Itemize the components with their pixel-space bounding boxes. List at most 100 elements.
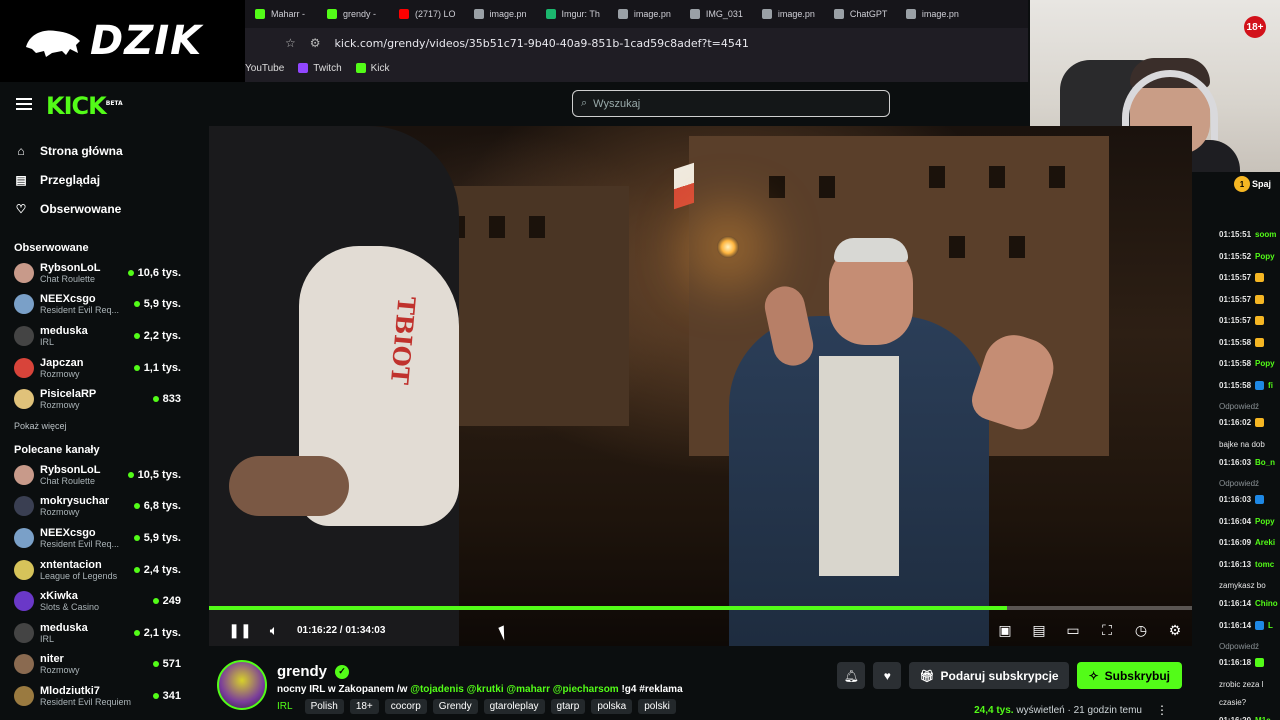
chat-message[interactable]: 01:16:14 L <box>1219 620 1280 630</box>
follow-heart-icon[interactable]: ♥ <box>873 662 902 689</box>
address-bar[interactable]: ☆ ⚙ kick.com/grendy/videos/35b51c71-9b40… <box>245 30 1028 56</box>
chat-username[interactable]: fi <box>1268 381 1273 390</box>
channel-row[interactable]: niter Rozmowy 571 <box>0 649 195 681</box>
browser-tab[interactable]: (2717) LO <box>391 0 464 28</box>
channel-row[interactable]: meduska IRL 2,2 tys. <box>0 320 195 352</box>
chat-message[interactable]: 01:15:52 Popy <box>1219 252 1280 261</box>
progress-bar[interactable] <box>209 606 1192 610</box>
tag-chip[interactable]: 18+ <box>349 699 379 714</box>
tag-chip[interactable]: gtaroleplay <box>483 699 545 714</box>
chat-message[interactable]: 01:15:58 fi <box>1219 380 1280 390</box>
gift-subs-button[interactable]: 🎁︎ Podaruj subskrypcje <box>909 662 1069 689</box>
chat-message[interactable]: Odpowiedź <box>1219 479 1280 488</box>
browser-tab[interactable]: IMG_031 <box>682 0 752 28</box>
chat-username[interactable]: Areki <box>1255 538 1275 547</box>
sidebar-nav-item[interactable]: ⌂ Strona główna <box>14 136 195 165</box>
chat-message[interactable]: bajke na dob <box>1219 440 1280 449</box>
tag-chip[interactable]: polska <box>591 699 633 714</box>
tag-chip[interactable]: cocorp <box>384 699 427 714</box>
search-input[interactable]: ⌕ Wyszukaj <box>572 90 890 117</box>
chat-username[interactable]: Popy <box>1255 359 1275 368</box>
chat-message[interactable]: 01:16:09 Areki <box>1219 538 1280 547</box>
bookmark-item[interactable]: Kick <box>355 63 390 74</box>
channel-row[interactable]: meduska IRL 2,1 tys. <box>0 617 195 649</box>
chat-message[interactable]: 01:15:58 Popy <box>1219 359 1280 368</box>
kick-logo[interactable]: KICKBETA <box>46 92 123 120</box>
chat-username[interactable]: Popy <box>1255 252 1275 261</box>
bookmark-item[interactable]: Twitch <box>298 63 342 74</box>
chat-message[interactable]: zrobic zeza l <box>1219 680 1280 689</box>
chat-message[interactable]: 01:16:20 M1c <box>1219 716 1280 720</box>
chat-message[interactable]: Odpowiedź <box>1219 402 1280 411</box>
address-url[interactable]: kick.com/grendy/videos/35b51c71-9b40-40a… <box>335 37 749 50</box>
sidebar-nav-item[interactable]: ▤ Przeglądaj <box>14 165 195 194</box>
pause-icon[interactable]: ❚❚ <box>223 618 257 642</box>
chat-username[interactable]: tomc <box>1255 560 1274 569</box>
title-mentions[interactable]: @tojadenis @krutki @maharr @piecharsom <box>410 684 619 695</box>
chat-message[interactable]: 01:16:04 Popy <box>1219 517 1280 526</box>
channel-row[interactable]: xKiwka Slots & Casino 249 <box>0 585 195 617</box>
pinned-gift[interactable]: 1 Spaj <box>1234 172 1280 196</box>
sidebar-nav-item[interactable]: ♡ Obserwowane <box>14 194 195 223</box>
chat-message[interactable]: 01:16:14 Chino <box>1219 599 1280 608</box>
settings-icon[interactable]: ⚙ <box>1158 618 1192 642</box>
site-info-icon[interactable]: ⚙ <box>310 36 321 50</box>
channel-row[interactable]: RybsonLoL Chat Roulette 10,6 tys. <box>0 257 195 289</box>
channel-avatar[interactable] <box>217 660 267 710</box>
clip-icon[interactable]: ▤ <box>1022 618 1056 642</box>
chat-username[interactable]: L <box>1268 621 1273 630</box>
theater-mode-icon[interactable]: ▭ <box>1056 618 1090 642</box>
chat-message[interactable]: 01:16:18 <box>1219 658 1280 667</box>
browser-tab[interactable]: Imgur: Th <box>538 0 608 28</box>
video-player[interactable]: ТBIOT <box>209 126 1192 646</box>
browser-tab[interactable]: image.pn <box>898 0 968 28</box>
chat-message[interactable]: czasie? <box>1219 698 1280 707</box>
channel-row[interactable]: Japczan Rozmowy 1,1 tys. <box>0 352 195 384</box>
chat-username[interactable]: soom <box>1255 230 1276 239</box>
channel-row[interactable]: mokrysuchar Rozmowy 6,8 tys. <box>0 491 195 523</box>
chat-message[interactable]: 01:16:02 <box>1219 418 1280 427</box>
browser-tab[interactable]: image.pn <box>754 0 824 28</box>
fullscreen-icon[interactable]: ⛶ <box>1090 618 1124 642</box>
channel-row[interactable]: Mlodziutki7 Resident Evil Requiem 341 <box>0 680 195 712</box>
chat-message[interactable]: 01:16:03 <box>1219 495 1280 504</box>
browser-tab[interactable]: ChatGPT <box>826 0 896 28</box>
channel-row[interactable]: NEEXcsgo Resident Evil Req... 5,9 tys. <box>0 522 195 554</box>
chat-message[interactable]: 01:15:57 <box>1219 273 1280 282</box>
tag-chip[interactable]: Grendy <box>432 699 478 714</box>
volume-icon[interactable]: 🔈︎ <box>257 618 291 642</box>
chat-username[interactable]: M1c <box>1255 716 1271 720</box>
chat-message[interactable]: 01:15:57 <box>1219 316 1280 325</box>
subscribe-button[interactable]: ✧ Subskrybuj <box>1076 662 1182 689</box>
more-options-icon[interactable]: ⋮ <box>1156 703 1168 717</box>
menu-icon[interactable] <box>16 98 32 110</box>
browser-tab[interactable]: Maharr - <box>247 0 317 28</box>
channel-row[interactable]: RybsonLoL Chat Roulette 10,5 tys. <box>0 459 195 491</box>
browser-tab[interactable]: grendy - <box>319 0 389 28</box>
chat-message[interactable]: 01:15:57 <box>1219 294 1280 304</box>
chat-message[interactable]: 01:16:03 Bo_n <box>1219 458 1280 467</box>
category-link[interactable]: IRL <box>277 699 299 714</box>
chat-username[interactable]: Chino <box>1255 599 1278 608</box>
chat-message[interactable]: Odpowiedź <box>1219 642 1280 651</box>
bookmark-item[interactable]: YouTube <box>245 63 284 74</box>
channel-name[interactable]: grendy <box>277 663 327 680</box>
channel-row[interactable]: PisicelaRP Rozmowy 833 <box>0 383 195 415</box>
chat-message[interactable]: 01:16:13 tomc <box>1219 560 1280 569</box>
tag-chip[interactable]: Polish <box>304 699 344 714</box>
chat-message[interactable]: 01:15:58 <box>1219 337 1280 347</box>
browser-tab[interactable]: image.pn <box>610 0 680 28</box>
bookmark-star-icon[interactable]: ☆ <box>285 36 296 50</box>
chat-message[interactable]: zamykasz bo <box>1219 581 1280 590</box>
tag-chip[interactable]: gtarp <box>550 699 586 714</box>
chat-username[interactable]: Bo_n <box>1255 458 1275 467</box>
chat-message[interactable]: 01:15:51 soom <box>1219 230 1280 239</box>
notification-bell-icon[interactable]: 🔔︎ <box>837 662 866 689</box>
speed-icon[interactable]: ◷ <box>1124 618 1158 642</box>
tag-chip[interactable]: polski <box>638 699 676 714</box>
channel-row[interactable]: xntentacion League of Legends 2,4 tys. <box>0 554 195 586</box>
channel-row[interactable]: NEEXcsgo Resident Evil Req... 5,9 tys. <box>0 289 195 321</box>
show-more-link[interactable]: Pokaż więcej <box>0 415 195 441</box>
chat-username[interactable]: Popy <box>1255 517 1275 526</box>
miniplayer-icon[interactable]: ▣ <box>988 618 1022 642</box>
